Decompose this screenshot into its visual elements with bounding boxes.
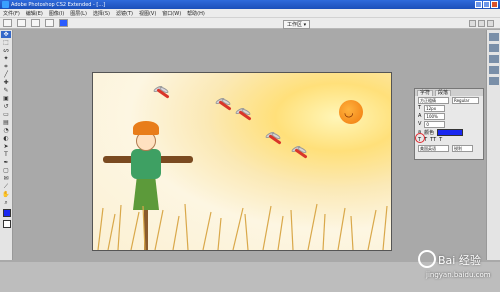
- color-label: 颜色: [424, 129, 435, 136]
- background-color-swatch[interactable]: [3, 220, 11, 228]
- layers-icon[interactable]: [489, 66, 499, 74]
- path-select-tool-icon[interactable]: ➤: [1, 143, 11, 150]
- move-tool-icon[interactable]: ✥: [1, 31, 11, 38]
- zoom-tool-icon[interactable]: ⌕: [1, 199, 11, 206]
- channels-icon[interactable]: [489, 77, 499, 85]
- workspace-dropdown[interactable]: 工作区 ▾: [283, 20, 311, 29]
- menu-select[interactable]: 选择(S): [93, 10, 110, 17]
- dodge-tool-icon[interactable]: ◐: [1, 135, 11, 142]
- font-size-field[interactable]: 12px: [424, 104, 446, 112]
- minimize-icon[interactable]: [475, 1, 482, 8]
- menu-edit[interactable]: 编辑(E): [26, 10, 43, 17]
- brushes-icon[interactable]: [469, 20, 476, 27]
- window-controls: [475, 1, 498, 8]
- palette-well: [469, 20, 494, 27]
- history-icon[interactable]: [489, 55, 499, 63]
- dragonfly-illustration: [289, 144, 309, 161]
- dragonfly-illustration: [151, 84, 171, 101]
- font-size-icon: T: [418, 105, 422, 111]
- watermark-brand: Bai 经验: [438, 254, 481, 267]
- type-tool-icon[interactable]: T: [1, 151, 11, 158]
- wheat-field-illustration: [97, 203, 388, 250]
- stamp-tool-icon[interactable]: ▣: [1, 95, 11, 102]
- sun-illustration: ◡: [339, 100, 363, 124]
- layer-comps-icon[interactable]: [487, 20, 494, 27]
- antialias-field[interactable]: 锐利: [452, 144, 473, 152]
- menu-filter[interactable]: 滤镜(T): [116, 10, 133, 17]
- menu-view[interactable]: 视图(V): [139, 10, 156, 17]
- close-icon[interactable]: [491, 1, 498, 8]
- menu-window[interactable]: 窗口(W): [162, 10, 181, 17]
- dragonfly-illustration: [213, 96, 233, 113]
- crop-tool-icon[interactable]: ⌗: [1, 63, 11, 70]
- text-color-swatch[interactable]: [437, 128, 464, 136]
- align-middle-icon[interactable]: [45, 19, 54, 27]
- eraser-tool-icon[interactable]: ▭: [1, 111, 11, 118]
- hand-tool-icon[interactable]: ✋: [1, 191, 11, 198]
- lasso-tool-icon[interactable]: ᔕ: [1, 47, 11, 54]
- eyedropper-tool-icon[interactable]: ⟋: [1, 183, 11, 190]
- tracking-icon: V: [418, 121, 422, 127]
- menu-image[interactable]: 图像(I): [49, 10, 64, 17]
- notes-tool-icon[interactable]: ✉: [1, 175, 11, 182]
- dragonfly-illustration: [263, 130, 283, 147]
- character-panel: 字符 段落 方正粗倩 Regular T 12px A 100% V 0 a 颜…: [414, 88, 484, 160]
- window-title: Adobe Photoshop CS2 Extended - [...]: [11, 1, 106, 8]
- tab-paragraph[interactable]: 段落: [435, 89, 452, 96]
- tracking-field[interactable]: 0: [424, 120, 446, 128]
- dragonfly-illustration: [233, 106, 253, 123]
- menu-bar: 文件(F) 编辑(E) 图像(I) 图层(L) 选择(S) 滤镜(T) 视图(V…: [0, 9, 500, 17]
- move-tool-icon[interactable]: [3, 19, 12, 27]
- caps-icon[interactable]: TT: [430, 137, 436, 143]
- menu-layer[interactable]: 图层(L): [70, 10, 87, 17]
- highlight-circle: [415, 133, 425, 143]
- panel-tabs: 字符 段落: [415, 89, 483, 96]
- presets-icon[interactable]: [478, 20, 485, 27]
- leading-field[interactable]: 100%: [424, 112, 446, 120]
- magic-wand-tool-icon[interactable]: ✦: [1, 55, 11, 62]
- font-family-field[interactable]: 方正粗倩: [418, 96, 449, 104]
- menu-help[interactable]: 帮助(H): [187, 10, 205, 17]
- leading-icon: A: [418, 113, 422, 119]
- watermark: Bai 经验 jingyan.baidu.com: [414, 250, 498, 282]
- color-swatch-icon[interactable]: [59, 19, 68, 27]
- font-style-field[interactable]: Regular: [452, 96, 479, 104]
- menu-file[interactable]: 文件(F): [3, 10, 20, 17]
- gradient-tool-icon[interactable]: ▤: [1, 119, 11, 126]
- auto-select-checkbox[interactable]: [17, 19, 26, 27]
- shape-tool-icon[interactable]: ▢: [1, 167, 11, 174]
- photoshop-app-icon: [2, 1, 9, 8]
- pen-tool-icon[interactable]: ✒: [1, 159, 11, 166]
- paw-logo-icon: [418, 250, 436, 268]
- document-canvas[interactable]: ◡: [92, 72, 392, 251]
- underline-icon[interactable]: T: [439, 137, 442, 143]
- tab-character[interactable]: 字符: [417, 89, 434, 96]
- color-icon[interactable]: [489, 44, 499, 52]
- brush-tool-icon[interactable]: ✎: [1, 87, 11, 94]
- watermark-url: jingyan.baidu.com: [426, 271, 491, 279]
- options-bar: 工作区 ▾: [0, 17, 500, 29]
- right-dock: [486, 30, 500, 260]
- healing-brush-tool-icon[interactable]: ✚: [1, 79, 11, 86]
- navigator-icon[interactable]: [489, 33, 499, 41]
- foreground-color-swatch[interactable]: [3, 209, 11, 217]
- language-field[interactable]: 美国英语: [418, 144, 449, 152]
- marquee-tool-icon[interactable]: ⬚: [1, 39, 11, 46]
- blur-tool-icon[interactable]: ◔: [1, 127, 11, 134]
- maximize-icon[interactable]: [483, 1, 490, 8]
- toolbox: ✥ ⬚ ᔕ ✦ ⌗ ╱ ✚ ✎ ▣ ↺ ▭ ▤ ◔ ◐ ➤ T ✒ ▢ ✉ ⟋ …: [0, 30, 13, 260]
- align-top-icon[interactable]: [31, 19, 40, 27]
- slice-tool-icon[interactable]: ╱: [1, 71, 11, 78]
- history-brush-tool-icon[interactable]: ↺: [1, 103, 11, 110]
- title-bar: Adobe Photoshop CS2 Extended - [...]: [0, 0, 500, 9]
